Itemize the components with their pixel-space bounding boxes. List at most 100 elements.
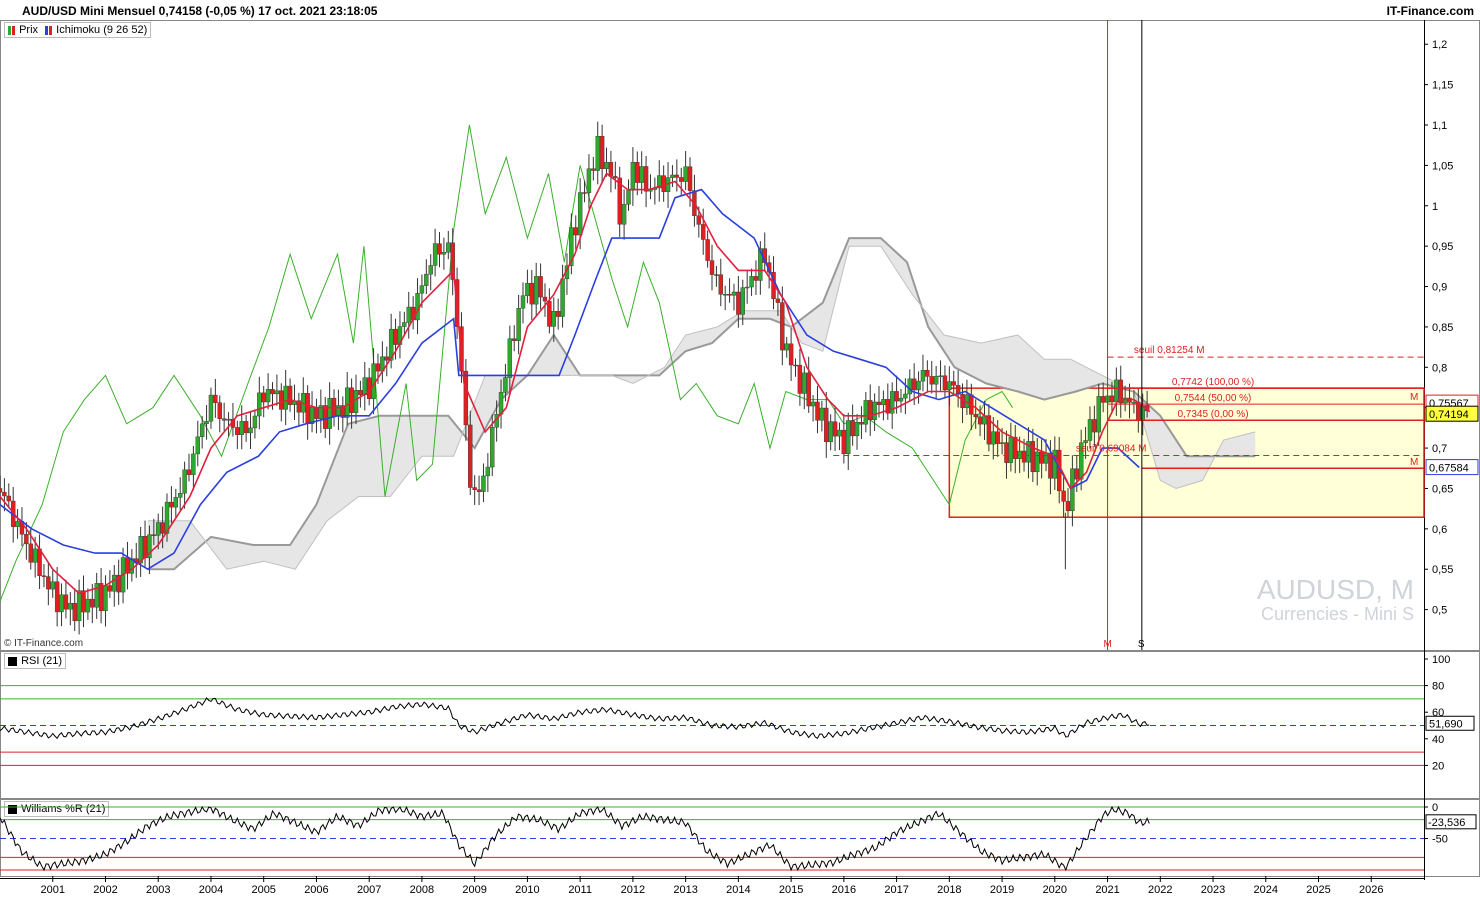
candle-body bbox=[815, 401, 820, 421]
candle-body bbox=[323, 405, 328, 429]
candle-body bbox=[1100, 396, 1106, 403]
candle-body bbox=[1035, 451, 1040, 473]
candle-body bbox=[1114, 379, 1119, 403]
candle-body bbox=[577, 192, 583, 236]
candle-body bbox=[28, 543, 33, 563]
candle-body bbox=[243, 421, 249, 434]
candle-body bbox=[32, 548, 38, 563]
candle-body bbox=[797, 364, 803, 394]
candle-body bbox=[441, 252, 447, 255]
rsi-value-text: 51,690 bbox=[1429, 718, 1463, 730]
candle-body bbox=[428, 265, 433, 275]
candle-body bbox=[705, 239, 710, 261]
candle-body bbox=[358, 390, 363, 396]
candle-body bbox=[72, 602, 77, 622]
candle-body bbox=[613, 176, 618, 179]
candle-body bbox=[393, 328, 398, 345]
candle-body bbox=[854, 421, 860, 437]
y-tick-label: 0,8 bbox=[1432, 362, 1447, 374]
candle-body bbox=[512, 338, 517, 341]
candle-body bbox=[191, 453, 196, 475]
candle-body bbox=[876, 401, 882, 405]
candle-body bbox=[349, 387, 354, 413]
candle-body bbox=[881, 399, 886, 405]
candle-body bbox=[828, 421, 833, 443]
y-tick-label: 0,9 bbox=[1432, 282, 1447, 294]
candle-body bbox=[542, 296, 548, 302]
candle-body bbox=[1039, 451, 1044, 464]
x-tick-label: 2004 bbox=[199, 884, 223, 896]
candle-body bbox=[555, 311, 561, 317]
y-tick-label: 0,65 bbox=[1432, 483, 1453, 495]
candle-body bbox=[156, 522, 161, 536]
candle-body bbox=[199, 423, 205, 438]
williams-y-tick-label: -50 bbox=[1432, 834, 1448, 846]
x-tick-label: 2012 bbox=[621, 884, 645, 896]
candle-body bbox=[81, 590, 86, 613]
candle-body bbox=[714, 274, 719, 276]
candle-body bbox=[784, 343, 789, 351]
candle-body bbox=[226, 418, 231, 421]
candle-body bbox=[837, 429, 842, 437]
candle-body bbox=[683, 166, 688, 182]
candle-body bbox=[608, 162, 614, 177]
candle-body bbox=[621, 204, 627, 225]
candle-body bbox=[160, 522, 165, 534]
candle-body bbox=[265, 389, 271, 403]
x-tick-label: 2016 bbox=[832, 884, 856, 896]
x-tick-label: 2010 bbox=[515, 884, 539, 896]
candle-body bbox=[538, 276, 543, 298]
candle-body bbox=[257, 392, 262, 417]
candle-body bbox=[520, 295, 526, 309]
candle-body bbox=[775, 298, 781, 303]
candle-body bbox=[1131, 401, 1137, 404]
candle-body bbox=[68, 602, 73, 610]
rsi-y-tick-label: 20 bbox=[1432, 760, 1444, 772]
m-mark: M bbox=[1410, 457, 1418, 468]
candle-body bbox=[898, 397, 904, 402]
candle-body bbox=[560, 278, 565, 317]
candle-body bbox=[485, 466, 491, 477]
candle-body bbox=[1122, 397, 1128, 404]
candle-body bbox=[204, 420, 209, 425]
chart-canvas[interactable]: 1,21,151,11,0510,950,90,850,80,750,70,65… bbox=[0, 0, 1480, 900]
x-tick-label: 2023 bbox=[1201, 884, 1225, 896]
candle-body bbox=[709, 260, 715, 275]
candle-body bbox=[903, 393, 908, 399]
candle-body bbox=[1008, 436, 1014, 463]
x-tick-label: 2009 bbox=[462, 884, 486, 896]
rsi-y-tick-label: 100 bbox=[1432, 654, 1450, 666]
candle-body bbox=[942, 375, 948, 391]
candle-body bbox=[687, 166, 693, 191]
candle-body bbox=[1070, 468, 1075, 512]
candle-body bbox=[872, 401, 877, 421]
candle-body bbox=[599, 136, 605, 169]
candle-body bbox=[911, 378, 917, 391]
candle-body bbox=[15, 521, 20, 527]
candle-body bbox=[481, 475, 486, 492]
candle-body bbox=[780, 302, 785, 351]
candle-body bbox=[90, 598, 95, 608]
price-marker-text: 0,67584 bbox=[1429, 463, 1469, 475]
candle-body bbox=[973, 414, 978, 418]
candle-body bbox=[679, 177, 684, 182]
candle-body bbox=[235, 427, 240, 435]
candle-body bbox=[103, 585, 108, 612]
candle-body bbox=[186, 469, 192, 475]
candle-body bbox=[107, 585, 113, 592]
candle-body bbox=[753, 276, 759, 281]
x-tick-label: 2002 bbox=[93, 884, 117, 896]
candle-body bbox=[1030, 441, 1036, 473]
candle-body bbox=[274, 390, 280, 395]
x-tick-label: 2022 bbox=[1148, 884, 1172, 896]
candle-body bbox=[177, 492, 183, 498]
candle-body bbox=[76, 590, 82, 622]
candle-body bbox=[868, 400, 873, 421]
candle-body bbox=[977, 416, 983, 425]
candle-body bbox=[661, 175, 666, 192]
candle-body bbox=[929, 376, 934, 385]
candle-body bbox=[476, 489, 482, 492]
candle-body bbox=[516, 308, 521, 341]
vertical-marker-label: S bbox=[1138, 639, 1145, 650]
y-tick-label: 1,2 bbox=[1432, 39, 1447, 51]
